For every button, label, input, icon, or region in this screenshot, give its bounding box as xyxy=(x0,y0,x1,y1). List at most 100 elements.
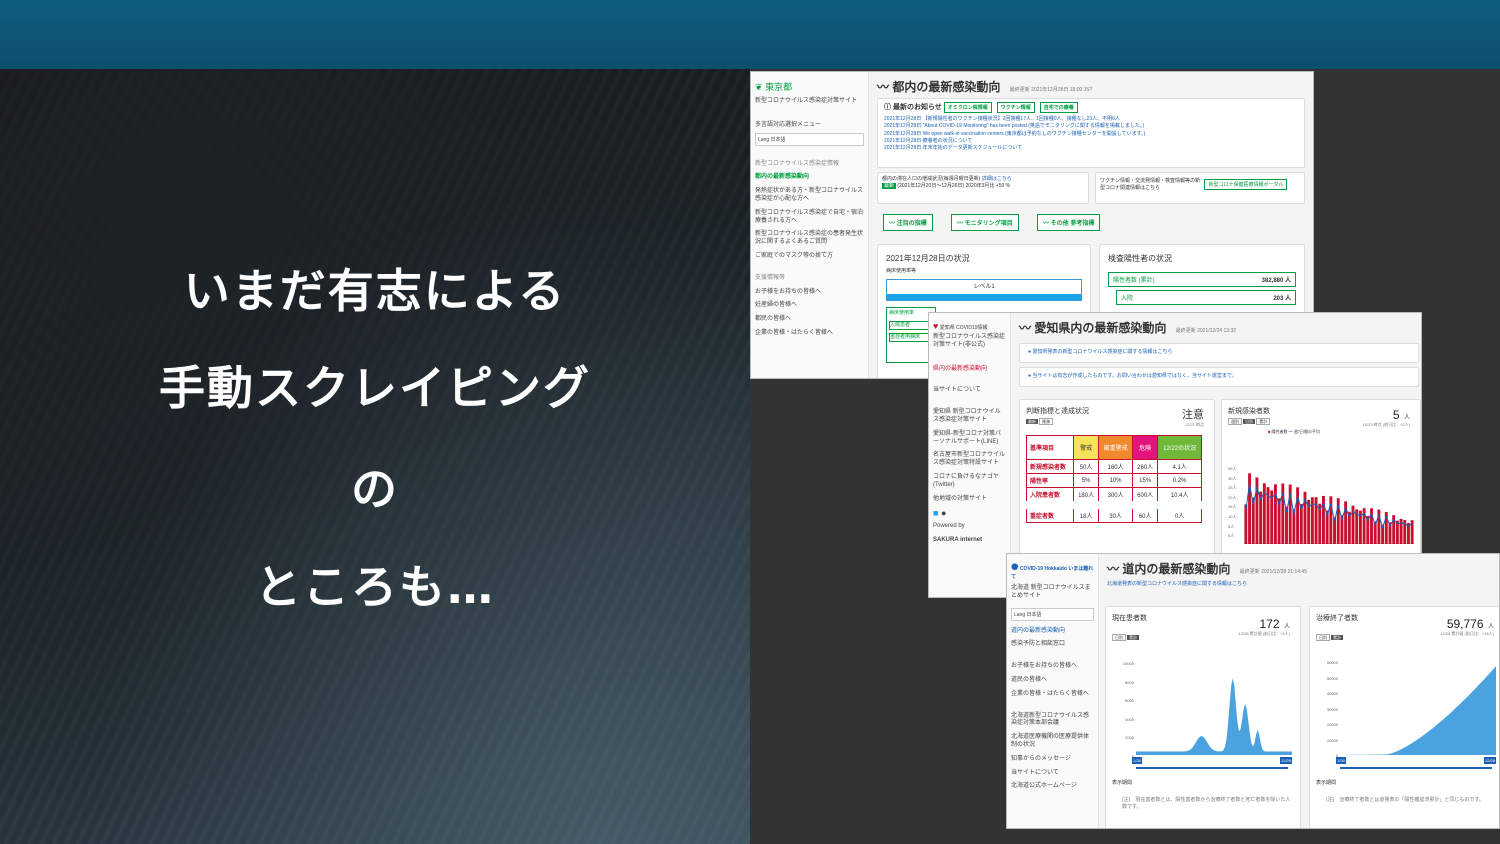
period-slider-track[interactable] xyxy=(1340,767,1492,769)
hokkaido-nav-citizens[interactable]: 道民の皆様へ xyxy=(1007,674,1098,688)
hokkaido-period-label: 表示期間 xyxy=(1112,780,1133,786)
tokyo-nav-home-care[interactable]: 新型コロナウイルス感染症で自宅・宿泊療養される方へ xyxy=(751,207,868,229)
tokyo-nav-mask[interactable]: ご家庭でのマスク等の捨て方 xyxy=(751,250,868,264)
tokyo-vaccine-card: ワクチン情報・交流発情報・検査情報等の新型コロナ関連情報はこちら 新型コロナ保健… xyxy=(1095,172,1305,204)
table-cell: 30人 xyxy=(1098,501,1134,523)
hokkaido-recovered-area-chart xyxy=(1340,666,1496,755)
hokkaido-tab[interactable]: 日別 xyxy=(1112,634,1126,641)
aichi-site-subtitle: 新型コロナウイルス感染症対策サイト(非公式) xyxy=(933,334,1006,348)
hokkaido-card1-y-axis: 10000 8000 6000 4000 2000 0 xyxy=(1112,655,1134,767)
period-slider-track[interactable] xyxy=(1136,767,1288,769)
aichi-nav-other[interactable]: 他地域の対策サイト xyxy=(929,493,1010,507)
tokyo-news-item[interactable]: 2021年12月28日 年末年始のデータ更新スケジュールについて xyxy=(884,145,1298,152)
aichi-new-tab[interactable]: 週別 xyxy=(1228,418,1242,425)
hokkaido-main: 〰 道内の最新感染動向 最終更新 2021/12/28 21:14:45 北海道… xyxy=(1099,554,1499,828)
tokyo-news-item[interactable]: 2021年12月28日 We open walk-in vaccination … xyxy=(884,131,1298,138)
aichi-crit-status: 注意 xyxy=(1182,409,1204,421)
hokkaido-card2-value: 59,776 xyxy=(1446,617,1484,631)
hokkaido-nav-trend[interactable]: 道内の最新感染動向 xyxy=(1007,625,1098,639)
tokyo-pop-link[interactable]: 詳細はこちら xyxy=(982,176,1012,182)
github-icon[interactable]: ● xyxy=(941,508,946,518)
table-cell: 入院患者数 xyxy=(1025,487,1075,506)
aichi-nav-nagoya[interactable]: 名古屋市新型コロナウイルス感染症対策特設サイト xyxy=(929,449,1010,471)
tokyo-tab-attention[interactable]: 〰 注目の指標 xyxy=(883,214,933,231)
hokkaido-sidebar: ✺ COVID-19 Hokkaido いまは離れて 北海道 新型コロナウイルス… xyxy=(1007,554,1099,828)
table-cell: 0.2% xyxy=(1157,473,1202,488)
hokkaido-tab[interactable]: 累計 xyxy=(1331,635,1344,640)
slider-handle-start[interactable]: 1/28 xyxy=(1132,757,1142,764)
slide-line-2: 手動スクレイピング xyxy=(159,361,591,415)
hokkaido-nav-business[interactable]: 企業の皆様・はたらく皆様へ xyxy=(1007,688,1098,702)
aichi-new-tab[interactable]: 日別 xyxy=(1243,419,1256,424)
legend-swatch-blue: ━ xyxy=(1288,429,1293,434)
aichi-nav-twitter[interactable]: コロナに負けるなナゴヤ(Twitter) xyxy=(929,471,1010,493)
y-tick: 10人 xyxy=(1228,513,1237,519)
table-cell: 10% xyxy=(1098,473,1134,488)
tokyo-nav-children[interactable]: お子様をお持ちの皆様へ xyxy=(751,286,868,300)
aichi-nav-trend[interactable]: 県内の最新感染動向 xyxy=(929,363,1010,377)
aichi-new-tab[interactable]: 累計 xyxy=(1256,418,1271,425)
table-cell: 厳重警戒 xyxy=(1098,435,1134,460)
tokyo-nav-pregnant[interactable]: 妊産婦の皆様へ xyxy=(751,299,868,313)
tokyo-vac-button[interactable]: 新型コロナ保健医療情報ポータル xyxy=(1204,179,1288,191)
aichi-notice-1[interactable]: ● 愛知県発表の新型コロナウイルス感染症に関する情報はこちら xyxy=(1019,343,1419,363)
aichi-sidebar: ♥ 愛知県 COVID19情報 新型コロナウイルス感染症対策サイト(非公式) 県… xyxy=(929,313,1011,597)
table-cell: 160人 xyxy=(1098,459,1134,474)
tokyo-site-subtitle: 新型コロナウイルス感染症対策サイト xyxy=(755,98,858,104)
slide-header-bar xyxy=(0,0,1500,69)
hokkaido-nav-message[interactable]: 知事からのメッセージ xyxy=(1007,753,1098,767)
aichi-legend-label: 週7日間の平均 xyxy=(1293,429,1321,434)
tokyo-news-item[interactable]: 2021年12月28日 "About COVID-19 Monitoring" … xyxy=(884,123,1298,130)
aichi-criteria-table: 基準項目 警戒 厳重警戒 危険 12/22の状況 新規感染者数 50人 160人 26… xyxy=(1025,435,1202,523)
tokyo-updated: 最終更新 2021年12月28日 18:00 JST xyxy=(1009,87,1093,93)
tokyo-nav-business[interactable]: 企業の皆様・はたらく皆様へ xyxy=(751,327,868,341)
table-cell: 15% xyxy=(1132,473,1159,488)
slide-line-4: ところも… xyxy=(255,560,495,614)
tokyo-population-card: 都内の滞在人口の増減状況(毎週月曜日更新) 詳細はこちら 最新 (2021年12… xyxy=(877,172,1089,204)
aichi-nav-about[interactable]: 当サイトについて xyxy=(929,384,1010,398)
hokkaido-nav-children[interactable]: お子様をお持ちの皆様へ xyxy=(1007,660,1098,674)
hokkaido-nav-about[interactable]: 当サイトについて xyxy=(1007,767,1098,781)
table-row: 基準項目 警戒 厳重警戒 危険 12/22の状況 xyxy=(1025,435,1202,460)
twitter-icon[interactable]: ■ xyxy=(933,508,938,518)
y-tick: 8000 xyxy=(1125,679,1134,685)
hokkaido-tab[interactable]: 日別 xyxy=(1316,634,1330,641)
tokyo-nav-faq[interactable]: 新型コロナウイルス感染症の患者発生状況に関するよくあるご質問 xyxy=(751,228,868,250)
info-icon: ⓘ xyxy=(884,104,891,111)
slider-handle-end[interactable]: 12/28 xyxy=(1484,757,1497,764)
aichi-new-title: 新規感染者数 xyxy=(1228,408,1270,415)
slide-line-1: いまだ有志による xyxy=(183,264,567,318)
tokyo-btn-home[interactable]: 自宅での療養 xyxy=(1039,102,1078,113)
aichi-crit-tab[interactable]: 推移 xyxy=(1039,418,1054,425)
tokyo-nav-fever[interactable]: 発熱症状がある方・新型コロナウイルス感染症が心配な方へ xyxy=(751,185,868,207)
tokyo-lang-select[interactable]: Lang 日本語 xyxy=(755,132,864,146)
tokyo-btn-omicron[interactable]: オミクロン株情報 xyxy=(943,102,992,113)
tokyo-mini-label: 入院患者 xyxy=(889,320,933,330)
tokyo-test-label: 入院 xyxy=(1121,296,1134,302)
hokkaido-nav-medical[interactable]: 北海道医療機関の医療提供体制の状況 xyxy=(1007,731,1098,753)
slider-handle-end[interactable]: 12/28 xyxy=(1280,757,1293,764)
hokkaido-notice[interactable]: 北海道発表の新型コロナウイルス感染症に関する情報はこちら xyxy=(1099,581,1499,588)
hokkaido-nav-prevention[interactable]: 感染予防と相談窓口 xyxy=(1007,638,1098,652)
table-cell: 危険 xyxy=(1132,435,1159,460)
hokkaido-tab[interactable]: 累計 xyxy=(1127,635,1140,640)
hokkaido-lang-select[interactable]: Lang 日本語 xyxy=(1011,607,1094,621)
y-tick: 0人 xyxy=(1228,533,1235,539)
y-tick: 6000 xyxy=(1125,698,1134,704)
slider-handle-start[interactable]: 1/28 xyxy=(1336,757,1346,764)
y-tick: 30人 xyxy=(1228,475,1237,481)
tokyo-news-item[interactable]: 2021年12月28日 療養者の状況について xyxy=(884,138,1298,145)
tokyo-nav-citizens[interactable]: 都民の皆様へ xyxy=(751,313,868,327)
aichi-nav-line[interactable]: 愛知県-新型コロナ対策パーソナルサポート(LINE) xyxy=(929,428,1010,450)
tokyo-tab-monitoring[interactable]: 〰 モニタリング項目 xyxy=(951,214,1019,231)
tokyo-tab-other[interactable]: 〰 その他 参考指標 xyxy=(1037,214,1101,231)
hokkaido-nav-hq[interactable]: 北海道新型コロナウイルス感染症対策本部会議 xyxy=(1007,710,1098,732)
hokkaido-nav-official[interactable]: 北海道公式ホームページ xyxy=(1007,780,1098,794)
tokyo-btn-vaccine[interactable]: ワクチン情報 xyxy=(996,102,1035,113)
tokyo-level-box: レベル1 xyxy=(886,279,1082,302)
aichi-nav-pref[interactable]: 愛知県 新型コロナウイルス感染症対策サイト xyxy=(929,406,1010,428)
table-cell: 260人 xyxy=(1132,459,1159,474)
aichi-crit-tab[interactable]: 最新 xyxy=(1026,419,1038,424)
tokyo-nav-trend[interactable]: 都内の最新感染動向 xyxy=(751,171,868,185)
hokkaido-logo: COVID-19 Hokkaido いまは離れて xyxy=(1011,566,1094,580)
